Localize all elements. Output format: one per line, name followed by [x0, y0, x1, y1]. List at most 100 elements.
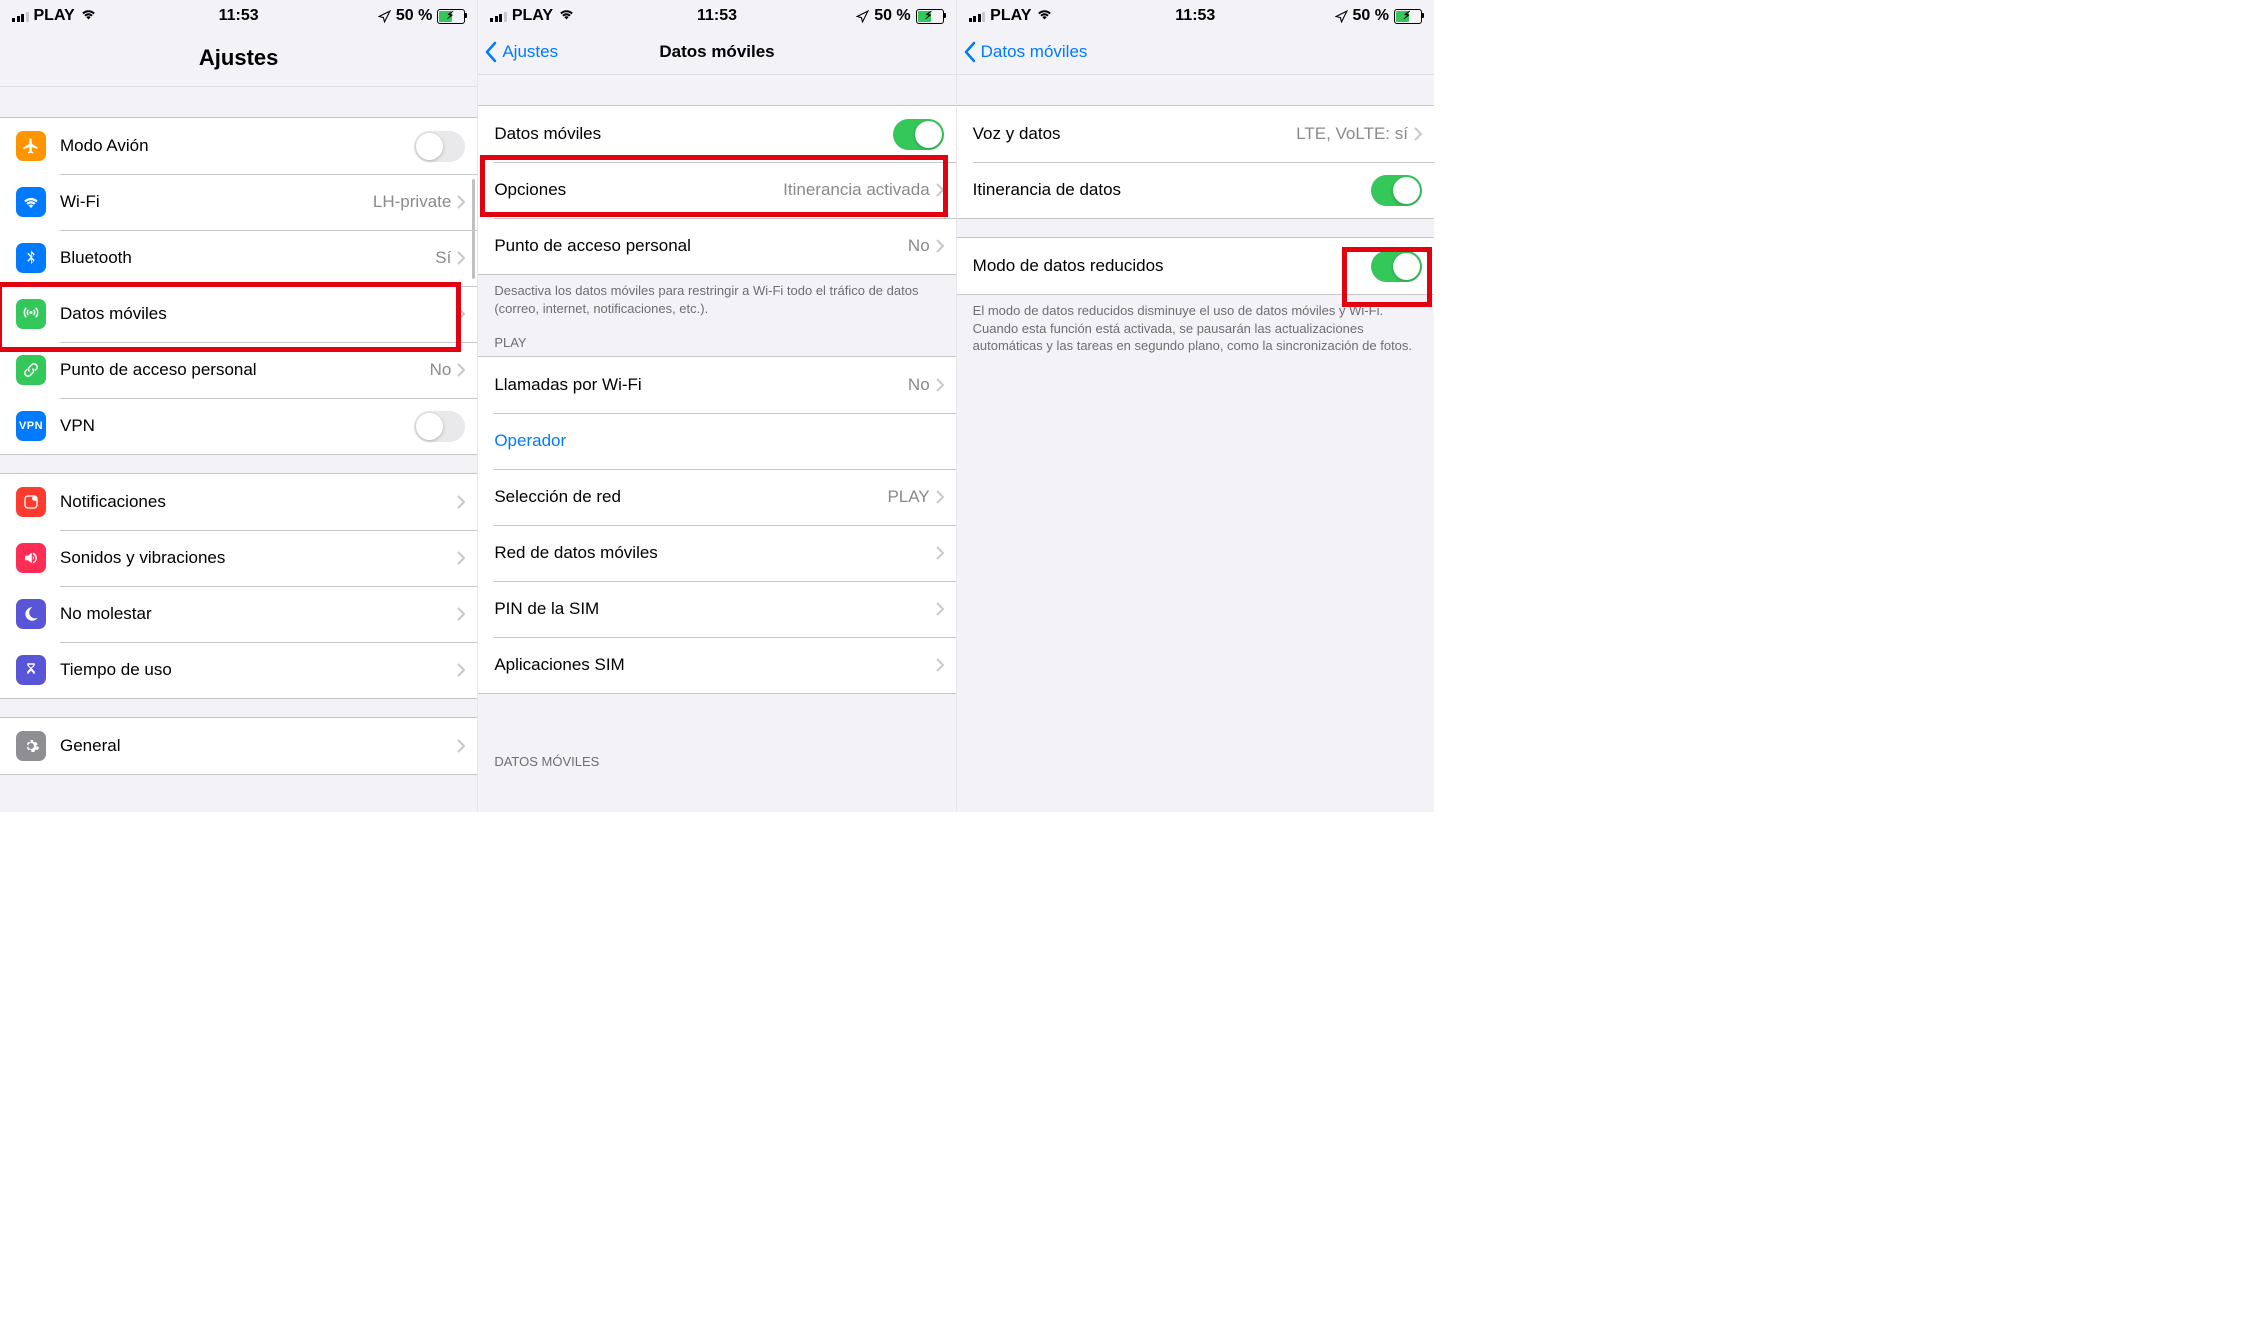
row-label: Llamadas por Wi-Fi	[494, 375, 908, 395]
chevron-right-icon	[457, 251, 465, 265]
bluetooth-icon	[16, 243, 46, 273]
row-screentime[interactable]: Tiempo de uso	[0, 642, 477, 698]
back-button[interactable]: Ajustes	[484, 41, 558, 63]
row-general[interactable]: General	[0, 718, 477, 774]
row-dnd[interactable]: No molestar	[0, 586, 477, 642]
row-hotspot[interactable]: Punto de acceso personal No	[478, 218, 955, 274]
carrier-label: PLAY	[34, 7, 75, 25]
vpn-toggle[interactable]	[414, 411, 465, 442]
signal-bars-icon	[12, 10, 29, 22]
notifications-icon	[16, 487, 46, 517]
row-sounds[interactable]: Sonidos y vibraciones	[0, 530, 477, 586]
chevron-right-icon	[457, 739, 465, 753]
row-label: Tiempo de uso	[60, 660, 457, 680]
row-notifications[interactable]: Notificaciones	[0, 474, 477, 530]
row-cellular[interactable]: Datos móviles	[0, 286, 477, 342]
options-list[interactable]: Voz y datos LTE, VoLTE: sí Itinerancia d…	[957, 75, 1434, 812]
row-wifi[interactable]: Wi-Fi LH-private	[0, 174, 477, 230]
row-value: PLAY	[887, 487, 929, 507]
back-button[interactable]: Datos móviles	[963, 41, 1088, 63]
row-label: Red de datos móviles	[494, 543, 935, 563]
row-sim-pin[interactable]: PIN de la SIM	[478, 581, 955, 637]
row-airplane[interactable]: Modo Avión	[0, 118, 477, 174]
roaming-toggle[interactable]	[1371, 175, 1422, 206]
status-bar: PLAY 11:53 50 % ⚡︎	[478, 0, 955, 30]
chevron-right-icon	[457, 495, 465, 509]
row-cellular-toggle[interactable]: Datos móviles	[478, 106, 955, 162]
status-time: 11:53	[1175, 7, 1215, 25]
row-label: Punto de acceso personal	[60, 360, 430, 380]
row-label: Modo Avión	[60, 136, 414, 156]
row-hotspot[interactable]: Punto de acceso personal No	[0, 342, 477, 398]
vpn-icon: VPN	[16, 411, 46, 441]
chevron-right-icon	[457, 551, 465, 565]
cellular-list[interactable]: Datos móviles Opciones Itinerancia activ…	[478, 75, 955, 812]
page-title: Ajustes	[199, 45, 278, 71]
wifi-icon	[16, 187, 46, 217]
signal-bars-icon	[490, 10, 507, 22]
row-value: LTE, VoLTE: sí	[1296, 124, 1408, 144]
wifi-icon	[80, 7, 97, 25]
chevron-right-icon	[936, 378, 944, 392]
row-label: Bluetooth	[60, 248, 435, 268]
chevron-right-icon	[1414, 127, 1422, 141]
settings-list[interactable]: Modo Avión Wi-Fi LH-private Bluetooth Sí	[0, 87, 477, 812]
carrier-label: PLAY	[512, 7, 553, 25]
row-voice-data[interactable]: Voz y datos LTE, VoLTE: sí	[957, 106, 1434, 162]
wifi-icon	[558, 7, 575, 25]
row-label: Sonidos y vibraciones	[60, 548, 457, 568]
row-network-select[interactable]: Selección de red PLAY	[478, 469, 955, 525]
cellular-screen: PLAY 11:53 50 % ⚡︎ Ajustes Datos móviles…	[478, 0, 956, 812]
location-icon	[1335, 10, 1348, 23]
row-wifi-calling[interactable]: Llamadas por Wi-Fi No	[478, 357, 955, 413]
row-label: Opciones	[494, 180, 783, 200]
row-value: No	[430, 360, 452, 380]
row-vpn[interactable]: VPN VPN	[0, 398, 477, 454]
row-label: Punto de acceso personal	[494, 236, 908, 256]
carrier-label: PLAY	[990, 7, 1031, 25]
chevron-right-icon	[936, 490, 944, 504]
row-sim-apps[interactable]: Aplicaciones SIM	[478, 637, 955, 693]
row-label: Selección de red	[494, 487, 887, 507]
row-label: VPN	[60, 416, 414, 436]
group-header: DATOS MÓVILES	[478, 736, 955, 775]
row-data-network[interactable]: Red de datos móviles	[478, 525, 955, 581]
row-label: Notificaciones	[60, 492, 457, 512]
moon-icon	[16, 599, 46, 629]
status-bar: PLAY 11:53 50 % ⚡︎	[957, 0, 1434, 30]
low-data-toggle[interactable]	[1371, 251, 1422, 282]
group-footer: El modo de datos reducidos disminuye el …	[957, 295, 1434, 355]
chevron-left-icon	[484, 41, 498, 63]
back-label: Datos móviles	[981, 42, 1088, 62]
chevron-right-icon	[457, 307, 465, 321]
chevron-right-icon	[457, 607, 465, 621]
row-options[interactable]: Opciones Itinerancia activada	[478, 162, 955, 218]
row-data-roaming[interactable]: Itinerancia de datos	[957, 162, 1434, 218]
back-label: Ajustes	[502, 42, 558, 62]
link-icon	[16, 355, 46, 385]
row-label: Operador	[494, 431, 943, 451]
airplane-icon	[16, 131, 46, 161]
nav-bar: Datos móviles	[957, 30, 1434, 75]
row-label: General	[60, 736, 457, 756]
row-low-data-mode[interactable]: Modo de datos reducidos	[957, 238, 1434, 294]
nav-bar: Ajustes Datos móviles	[478, 30, 955, 75]
row-value: Sí	[435, 248, 451, 268]
battery-icon: ⚡︎	[916, 9, 944, 24]
row-carrier[interactable]: Operador	[478, 413, 955, 469]
chevron-right-icon	[936, 658, 944, 672]
row-label: Itinerancia de datos	[973, 180, 1371, 200]
speaker-icon	[16, 543, 46, 573]
row-label: PIN de la SIM	[494, 599, 935, 619]
row-label: Wi-Fi	[60, 192, 373, 212]
airplane-toggle[interactable]	[414, 131, 465, 162]
chevron-right-icon	[936, 546, 944, 560]
row-value: Itinerancia activada	[783, 180, 929, 200]
options-screen: PLAY 11:53 50 % ⚡︎ Datos móviles Voz y d…	[957, 0, 1434, 812]
settings-root-screen: PLAY 11:53 50 % ⚡︎ Ajustes Modo Avión	[0, 0, 478, 812]
row-value: No	[908, 375, 930, 395]
chevron-right-icon	[457, 663, 465, 677]
cellular-data-toggle[interactable]	[893, 119, 944, 150]
row-bluetooth[interactable]: Bluetooth Sí	[0, 230, 477, 286]
battery-percent: 50 %	[396, 7, 432, 25]
